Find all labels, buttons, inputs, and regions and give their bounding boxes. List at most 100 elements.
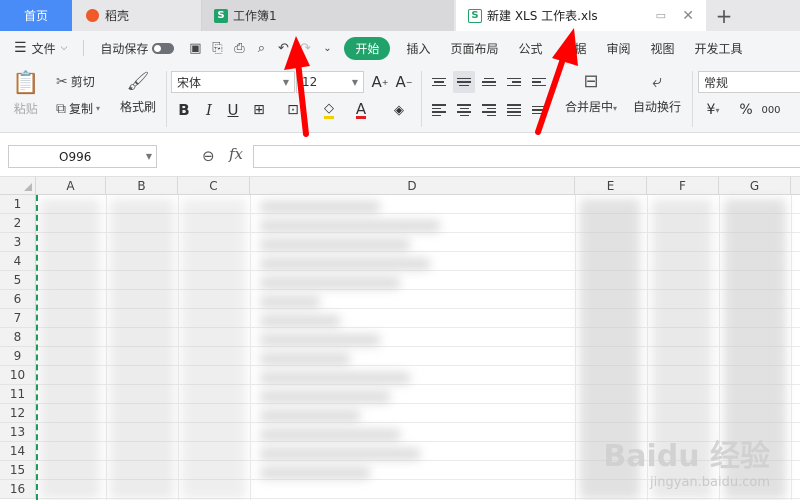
print-icon[interactable]: ⎙ <box>228 37 250 59</box>
select-all-corner[interactable] <box>0 177 36 195</box>
tab-page-layout[interactable]: 页面布局 <box>440 40 508 57</box>
row-header[interactable]: 10 <box>0 366 36 385</box>
row-header[interactable]: 8 <box>0 328 36 347</box>
align-left-icon[interactable] <box>428 99 450 121</box>
gridline <box>250 195 251 500</box>
autosave-label: 自动保存 <box>100 41 149 56</box>
brush-icon: 🖌 <box>126 71 150 92</box>
paste-label: 粘贴 <box>13 102 38 116</box>
tab-review[interactable]: 审阅 <box>597 40 641 57</box>
wrap-text-icon: ⤶ <box>651 71 663 92</box>
column-header-c[interactable]: C <box>178 177 250 195</box>
save-icon[interactable]: ▣ <box>184 37 206 59</box>
gridline <box>791 195 792 500</box>
row-header[interactable]: 5 <box>0 271 36 290</box>
row-header[interactable]: 2 <box>0 214 36 233</box>
increase-font-icon[interactable]: A + <box>369 71 391 93</box>
divider <box>83 40 85 56</box>
align-bottom-icon[interactable] <box>478 71 500 93</box>
copy-label: 复制 <box>69 102 94 116</box>
percent-button[interactable]: % <box>735 99 757 121</box>
autosave-toggle[interactable]: 自动保存 <box>90 40 184 57</box>
decrease-font-icon[interactable]: A − <box>393 71 415 93</box>
number-format-value: 常规 <box>704 75 729 90</box>
row-header[interactable]: 9 <box>0 347 36 366</box>
column-header-d[interactable]: D <box>250 177 575 195</box>
tab-view[interactable]: 视图 <box>641 40 685 57</box>
zoom-icon[interactable]: ⊖ <box>202 147 215 165</box>
thousands-button[interactable]: 000 <box>760 99 782 121</box>
currency-button[interactable]: ¥ ▾ <box>702 99 724 121</box>
daoke-icon <box>86 9 99 22</box>
fx-icon[interactable]: fx <box>229 145 243 163</box>
column-header-g[interactable]: G <box>719 177 791 195</box>
name-box-value: O996 <box>59 149 92 164</box>
blurred-content <box>182 199 246 499</box>
blurred-content <box>260 220 440 232</box>
copy-button[interactable]: ⧉ 复制 ▾ <box>56 100 100 117</box>
file-menu[interactable]: ☰ 文件 ⌵ <box>0 40 77 57</box>
column-header-f[interactable]: F <box>647 177 719 195</box>
add-tab-label: + <box>715 3 733 28</box>
tab-dev-tools[interactable]: 开发工具 <box>685 40 753 57</box>
column-header-h[interactable] <box>791 177 800 195</box>
add-tab-button[interactable]: + <box>706 0 742 31</box>
column-header-a[interactable]: A <box>36 177 106 195</box>
formula-input[interactable] <box>253 145 800 168</box>
tab-daoke-label: 稻壳 <box>105 9 130 23</box>
divider <box>166 71 167 127</box>
row-header[interactable]: 11 <box>0 385 36 404</box>
align-top-icon[interactable] <box>428 71 450 93</box>
border-icon[interactable]: ⊞ <box>248 99 270 121</box>
row-header[interactable]: 7 <box>0 309 36 328</box>
align-middle-icon[interactable] <box>453 71 475 93</box>
wrap-text-button[interactable]: ⤶ 自动换行 <box>633 71 681 115</box>
wrap-text-label: 自动换行 <box>633 100 682 114</box>
tab-start[interactable]: 开始 <box>344 36 391 60</box>
red-arrow-annotation <box>284 36 310 137</box>
row-header[interactable]: 6 <box>0 290 36 309</box>
blurred-content <box>260 448 420 460</box>
pin-icon[interactable]: ▭ <box>656 9 666 22</box>
name-box[interactable]: O996 ▼ <box>8 145 157 168</box>
align-center-icon[interactable] <box>453 99 475 121</box>
row-header[interactable]: 16 <box>0 480 36 499</box>
row-header[interactable]: 15 <box>0 461 36 480</box>
font-color-icon[interactable]: A <box>350 99 372 121</box>
file-menu-label: 文件 <box>31 41 56 56</box>
clear-format-icon[interactable]: ◈ <box>388 99 410 121</box>
tab-home-label: 首页 <box>23 9 48 23</box>
paste-button[interactable]: 📋 粘贴 <box>12 71 39 117</box>
divider <box>692 71 693 127</box>
row-header[interactable]: 3 <box>0 233 36 252</box>
blurred-content <box>110 199 174 499</box>
number-format-select[interactable]: 常规 <box>698 71 800 93</box>
toggle-switch-icon <box>152 42 175 54</box>
blurred-content <box>260 410 360 422</box>
blurred-content <box>260 372 410 384</box>
row-header[interactable]: 4 <box>0 252 36 271</box>
format-painter-button[interactable]: 🖌 格式刷 <box>120 71 156 115</box>
row-header[interactable]: 13 <box>0 423 36 442</box>
tab-daoke[interactable]: 稻壳 <box>72 0 202 31</box>
blurred-content <box>260 391 390 403</box>
chevron-down-icon: ▼ <box>145 152 152 161</box>
export-icon[interactable]: ⎘ <box>206 37 228 59</box>
copy-marquee <box>36 195 38 500</box>
column-header-e[interactable]: E <box>575 177 647 195</box>
tab-home[interactable]: 首页 <box>0 0 72 31</box>
bold-button[interactable]: B <box>173 99 195 121</box>
underline-button[interactable]: U <box>222 99 244 121</box>
row-header[interactable]: 14 <box>0 442 36 461</box>
row-header[interactable]: 12 <box>0 404 36 423</box>
tab-workbook1[interactable]: S 工作簿1 <box>202 0 454 31</box>
close-icon[interactable]: ✕ <box>682 8 694 24</box>
tab-insert[interactable]: 插入 <box>396 40 440 57</box>
align-right-icon[interactable] <box>478 99 500 121</box>
row-header[interactable]: 1 <box>0 195 36 214</box>
column-header-b[interactable]: B <box>106 177 178 195</box>
blurred-content <box>260 467 370 479</box>
italic-button[interactable]: I <box>198 99 220 121</box>
cut-button[interactable]: ✂ 剪切 <box>56 73 95 90</box>
hamburger-icon: ☰ <box>14 40 27 56</box>
